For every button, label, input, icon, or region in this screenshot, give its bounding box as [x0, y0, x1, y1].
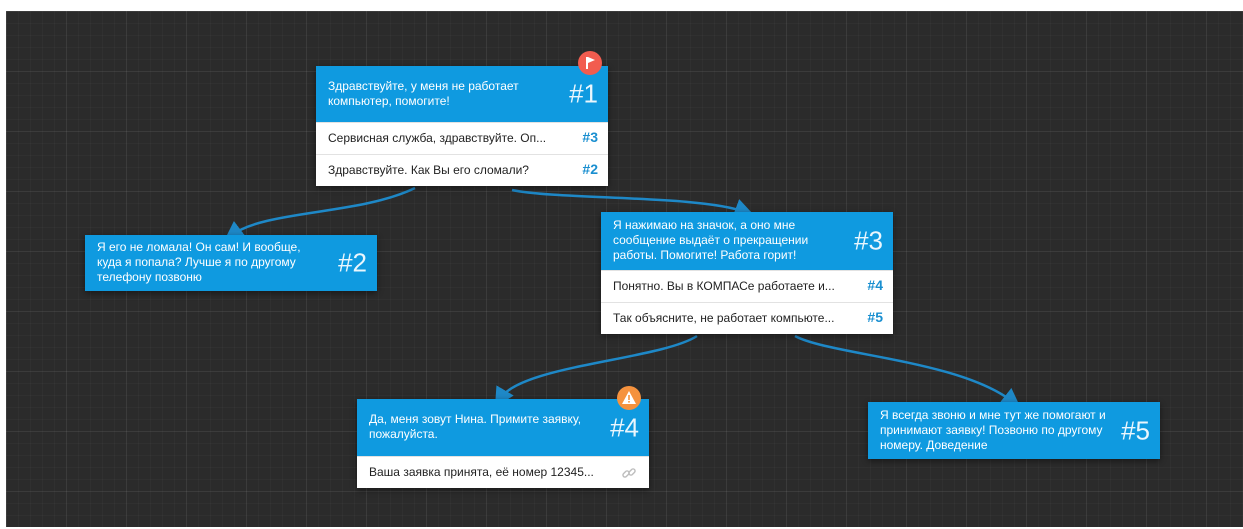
- node-number: #4: [610, 412, 639, 442]
- answer-text: Здравствуйте. Как Вы его сломали?: [328, 163, 529, 177]
- dialog-node-3[interactable]: Я нажимаю на значок, а оно мне сообщение…: [601, 212, 893, 334]
- node-text: Я нажимаю на значок, а оно мне сообщение…: [613, 218, 809, 262]
- answer-target[interactable]: #2: [582, 161, 598, 177]
- answer-text: Сервисная служба, здравствуйте. Оп...: [328, 131, 547, 145]
- node-number: #2: [338, 247, 367, 278]
- node-number: #3: [854, 225, 883, 256]
- node-header: Я нажимаю на значок, а оно мне сообщение…: [601, 212, 893, 270]
- answer-text: Понятно. Вы в КОМПАСе работаете и...: [613, 279, 835, 293]
- dialog-node-5[interactable]: Я всегда звоню и мне тут же помогают и п…: [868, 402, 1160, 459]
- answer-target[interactable]: #4: [867, 277, 883, 293]
- answer-target[interactable]: #5: [867, 309, 883, 325]
- dialog-node-1[interactable]: Здравствуйте, у меня не работает компьют…: [316, 66, 608, 186]
- node-text: Я его не ломала! Он сам! И вообще, куда …: [97, 240, 301, 284]
- warning-icon[interactable]: [617, 386, 641, 410]
- link-icon[interactable]: [621, 465, 637, 484]
- answer-row[interactable]: Ваша заявка принята, её номер 12345...: [357, 456, 649, 488]
- node-text: Да, меня зовут Нина. Примите заявку, пож…: [369, 412, 582, 441]
- node-text: Я всегда звоню и мне тут же помогают и п…: [880, 408, 1106, 452]
- answer-row[interactable]: Так объясните, не работает компьюте... #…: [601, 302, 893, 334]
- node-number: #1: [569, 78, 598, 109]
- node-text: Здравствуйте, у меня не работает компьют…: [328, 79, 519, 108]
- answer-row[interactable]: Сервисная служба, здравствуйте. Оп... #3: [316, 122, 608, 154]
- node-header: Здравствуйте, у меня не работает компьют…: [316, 66, 608, 122]
- node-header: Да, меня зовут Нина. Примите заявку, пож…: [357, 399, 649, 456]
- node-header: Я всегда звоню и мне тут же помогают и п…: [868, 402, 1160, 459]
- node-header: Я его не ломала! Он сам! И вообще, куда …: [85, 235, 377, 291]
- dialog-node-4[interactable]: Да, меня зовут Нина. Примите заявку, пож…: [357, 399, 649, 488]
- answer-target[interactable]: #3: [582, 129, 598, 145]
- answer-row[interactable]: Здравствуйте. Как Вы его сломали? #2: [316, 154, 608, 186]
- answer-text: Ваша заявка принята, её номер 12345...: [369, 465, 594, 479]
- flag-icon[interactable]: [578, 51, 602, 75]
- node-number: #5: [1121, 415, 1150, 445]
- dialog-node-2[interactable]: Я его не ломала! Он сам! И вообще, куда …: [85, 235, 377, 291]
- answer-row[interactable]: Понятно. Вы в КОМПАСе работаете и... #4: [601, 270, 893, 302]
- answer-text: Так объясните, не работает компьюте...: [613, 311, 835, 325]
